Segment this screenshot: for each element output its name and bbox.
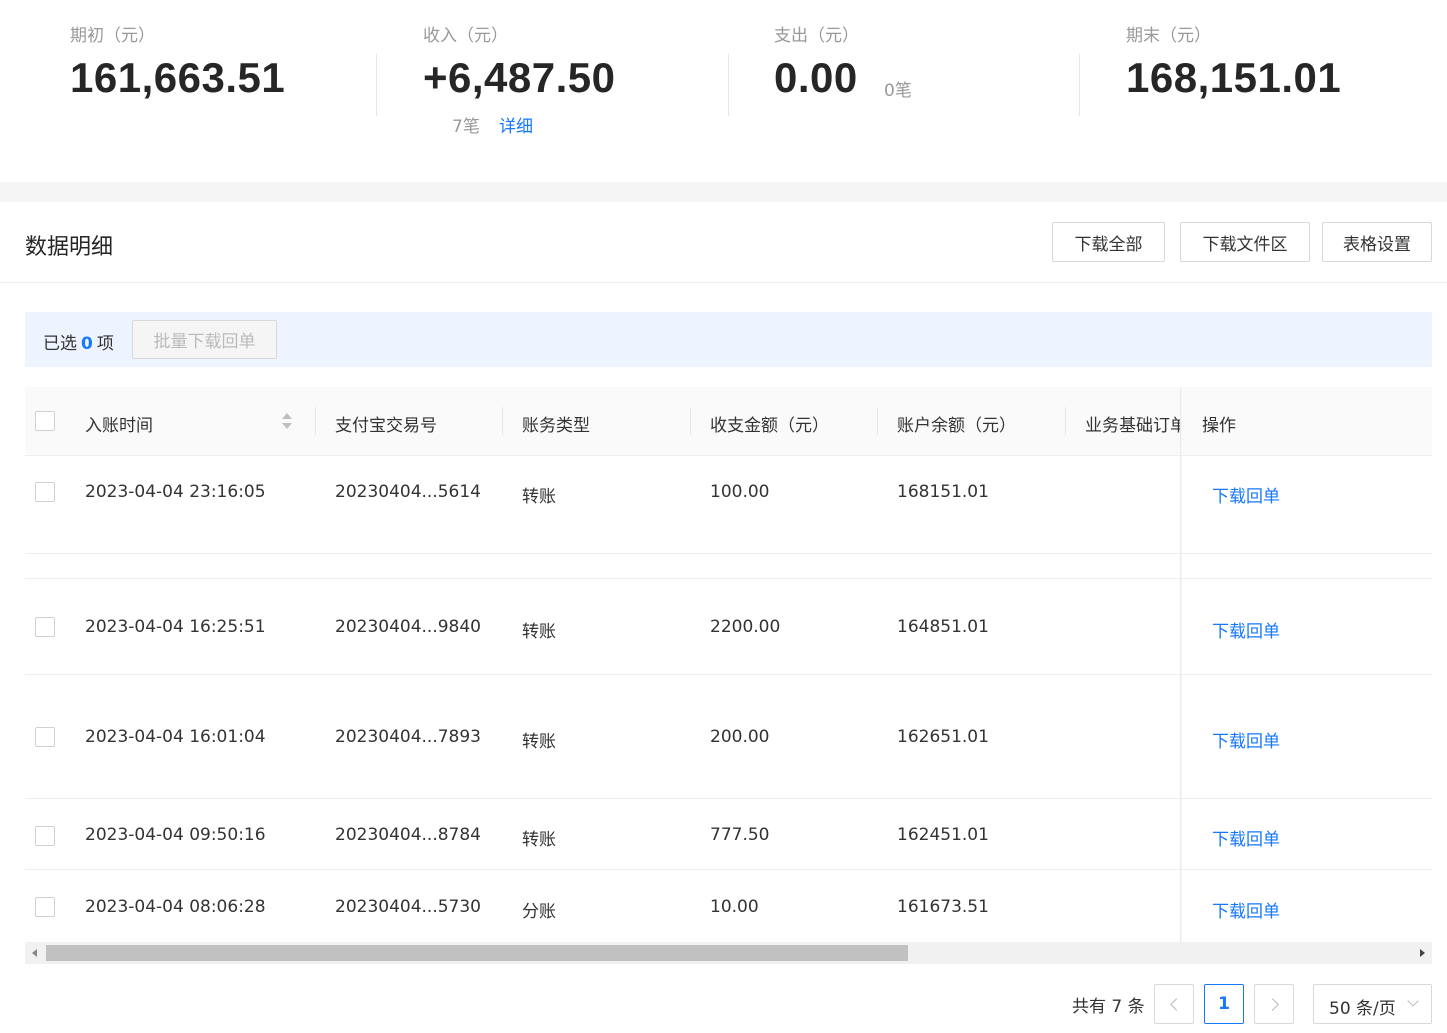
- stat-label: 收入（元）: [423, 26, 508, 46]
- column-separator: [315, 407, 316, 435]
- cell-time: 2023-04-04 23:16:05: [85, 482, 266, 502]
- table-row: 2023-04-04 09:50:16 20230404...8784 转账 7…: [25, 799, 1432, 870]
- selection-summary: 已选 0 项: [43, 329, 114, 354]
- select-all-checkbox[interactable]: [35, 411, 55, 431]
- column-header-balance: 账户余额（元）: [897, 416, 1016, 436]
- stat-value: 168,151.01: [1126, 54, 1342, 101]
- column-header-order: 业务基础订单: [1085, 416, 1180, 436]
- row-checkbox[interactable]: [35, 482, 55, 502]
- table-header: 入账时间 支付宝交易号 账务类型 收支金额（元） 账户余额（元） 业务基础订单 …: [25, 387, 1432, 456]
- pagination-total: 共有 7 条: [1072, 997, 1145, 1017]
- cell-time: 2023-04-04 16:25:51: [85, 617, 266, 637]
- stat-label: 期末（元）: [1126, 26, 1211, 46]
- selection-prefix: 已选: [43, 334, 77, 354]
- cell-time: 2023-04-04 08:06:28: [85, 897, 266, 917]
- column-separator: [690, 407, 691, 435]
- divider: [728, 54, 729, 116]
- fixed-column-shadow: [1180, 387, 1182, 942]
- horizontal-scrollbar[interactable]: [25, 942, 1432, 964]
- cell-time: 2023-04-04 09:50:16: [85, 825, 266, 845]
- stat-value: +6,487.50: [423, 54, 616, 101]
- download-receipt-link[interactable]: 下载回单: [1212, 727, 1280, 752]
- column-separator: [1065, 407, 1066, 435]
- sort-icon[interactable]: [282, 413, 292, 429]
- column-separator: [502, 407, 503, 435]
- column-header-trade-no: 支付宝交易号: [335, 416, 437, 436]
- cell-balance: 164851.01: [897, 617, 989, 637]
- selection-suffix: 项: [96, 334, 114, 354]
- cell-time: 2023-04-04 16:01:04: [85, 727, 266, 747]
- row-checkbox[interactable]: [35, 897, 55, 917]
- stat-count: 0笔: [884, 81, 912, 101]
- income-detail-link[interactable]: 详细: [499, 112, 533, 137]
- summary-panel: 期初（元） 161,663.51 收入（元） +6,487.50 7笔 详细 支…: [0, 0, 1447, 182]
- cell-type: 转账: [522, 732, 556, 752]
- next-page-button[interactable]: [1254, 984, 1294, 1024]
- chevron-down-icon: [1407, 995, 1419, 1007]
- column-header-type: 账务类型: [522, 416, 590, 436]
- download-files-button[interactable]: 下载文件区: [1180, 222, 1310, 262]
- scrollbar-thumb[interactable]: [46, 945, 908, 961]
- cell-balance: 168151.01: [897, 482, 989, 502]
- cell-type: 转账: [522, 487, 556, 507]
- table-row: 2023-04-04 08:06:28 20230404...5730 分账 1…: [25, 870, 1432, 942]
- table-row-spacer: [25, 554, 1432, 579]
- column-separator: [877, 407, 878, 435]
- chevron-right-icon: [1265, 997, 1279, 1011]
- column-header-action: 操作: [1202, 416, 1236, 436]
- cell-amount: 100.00: [710, 482, 770, 502]
- cell-trade-no: 20230404...5614: [335, 482, 482, 502]
- row-checkbox[interactable]: [35, 727, 55, 747]
- selection-count: 0: [81, 334, 93, 354]
- download-receipt-link[interactable]: 下载回单: [1212, 617, 1280, 642]
- divider: [376, 54, 377, 116]
- page-button-current[interactable]: 1: [1204, 984, 1244, 1024]
- cell-amount: 2200.00: [710, 617, 781, 637]
- cell-type: 分账: [522, 902, 556, 922]
- section-gap: [0, 182, 1447, 202]
- column-header-time[interactable]: 入账时间: [85, 411, 153, 436]
- page-size-value: 50 条/页: [1329, 999, 1396, 1019]
- download-receipt-link[interactable]: 下载回单: [1212, 825, 1280, 850]
- selection-bar: 已选 0 项 批量下载回单: [25, 312, 1432, 367]
- cell-balance: 161673.51: [897, 897, 989, 917]
- prev-page-button[interactable]: [1154, 984, 1194, 1024]
- cell-balance: 162651.01: [897, 727, 989, 747]
- stat-label: 期初（元）: [70, 26, 155, 46]
- cell-amount: 10.00: [710, 897, 759, 917]
- divider: [1079, 54, 1080, 116]
- section-title: 数据明细: [25, 235, 114, 260]
- scroll-right-icon[interactable]: [1420, 949, 1425, 957]
- cell-type: 转账: [522, 622, 556, 642]
- cell-amount: 200.00: [710, 727, 770, 747]
- row-checkbox[interactable]: [35, 826, 55, 846]
- column-header-amount: 收支金额（元）: [710, 416, 829, 436]
- header-divider: [0, 282, 1447, 283]
- table-row: 2023-04-04 23:16:05 20230404...5614 转账 1…: [25, 456, 1432, 554]
- download-receipt-link[interactable]: 下载回单: [1212, 897, 1280, 922]
- download-receipt-link[interactable]: 下载回单: [1212, 482, 1280, 507]
- cell-trade-no: 20230404...9840: [335, 617, 482, 637]
- page-size-select[interactable]: 50 条/页: [1313, 984, 1432, 1024]
- cell-amount: 777.50: [710, 825, 770, 845]
- chevron-left-icon: [1169, 997, 1183, 1011]
- table-row: 2023-04-04 16:01:04 20230404...7893 转账 2…: [25, 675, 1432, 799]
- stat-label: 支出（元）: [774, 26, 859, 46]
- cell-trade-no: 20230404...8784: [335, 825, 482, 845]
- row-checkbox[interactable]: [35, 617, 55, 637]
- cell-type: 转账: [522, 830, 556, 850]
- batch-download-button[interactable]: 批量下载回单: [132, 320, 277, 359]
- cell-balance: 162451.01: [897, 825, 989, 845]
- transaction-table: 入账时间 支付宝交易号 账务类型 收支金额（元） 账户余额（元） 业务基础订单 …: [25, 387, 1432, 942]
- stat-count: 7笔: [452, 117, 480, 137]
- download-all-button[interactable]: 下载全部: [1052, 222, 1165, 262]
- table-row: 2023-04-04 16:25:51 20230404...9840 转账 2…: [25, 579, 1432, 675]
- table-settings-button[interactable]: 表格设置: [1322, 222, 1432, 262]
- cell-trade-no: 20230404...7893: [335, 727, 482, 747]
- scroll-left-icon[interactable]: [32, 949, 37, 957]
- cell-trade-no: 20230404...5730: [335, 897, 482, 917]
- stat-value: 0.00: [774, 54, 858, 101]
- stat-value: 161,663.51: [70, 54, 286, 101]
